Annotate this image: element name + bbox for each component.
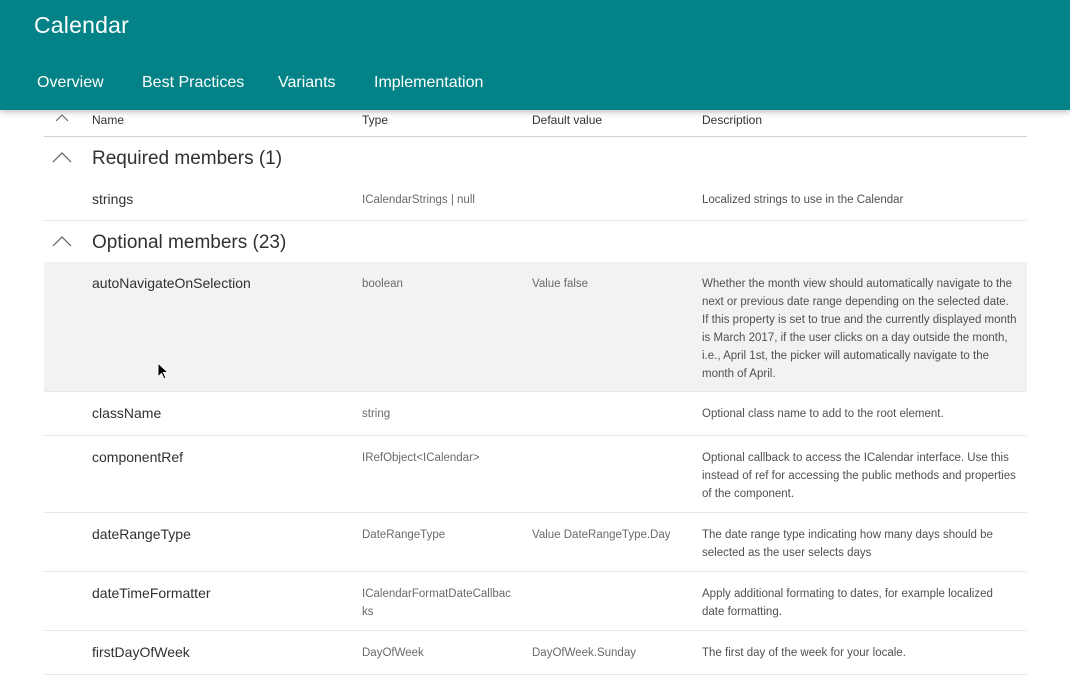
prop-name: componentRef (92, 449, 184, 465)
tab-best-practices[interactable]: Best Practices (142, 74, 244, 92)
group-header-optional[interactable]: Optional members (23) (44, 222, 1027, 262)
column-header-default[interactable]: Default value (532, 113, 602, 127)
table-row: dateRangeType DateRangeType Value DateRa… (44, 513, 1027, 572)
prop-type: DateRangeType (362, 529, 446, 541)
prop-name: strings (92, 191, 134, 207)
prop-name: className (92, 405, 162, 421)
prop-type: boolean (362, 278, 403, 290)
chevron-up-icon[interactable] (52, 152, 72, 163)
table-header: Name Type Default value Description (44, 110, 1027, 137)
prop-description: Optional callback to access the ICalenda… (702, 452, 1016, 500)
column-header-name[interactable]: Name (92, 113, 124, 127)
prop-default: Value DateRangeType.Day (532, 529, 671, 541)
prop-description: Whether the month view should automatica… (702, 278, 1017, 380)
prop-type: string (362, 408, 391, 420)
table-row: dateTimeFormatter ICalendarFormatDateCal… (44, 572, 1027, 631)
prop-default: DayOfWeek.Sunday (532, 647, 636, 659)
prop-description: The date range type indicating how many … (702, 529, 993, 559)
prop-type: DayOfWeek (362, 647, 424, 659)
prop-name: autoNavigateOnSelection (92, 275, 251, 291)
table-row: className string Optional class name to … (44, 392, 1027, 436)
tab-variants[interactable]: Variants (278, 74, 336, 92)
table-row: firstDayOfWeek DayOfWeek DayOfWeek.Sunda… (44, 631, 1027, 675)
prop-type: ICalendarStrings | null (362, 194, 475, 206)
prop-name: dateRangeType (92, 526, 191, 542)
prop-description: Apply additional formating to dates, for… (702, 588, 993, 618)
tab-implementation[interactable]: Implementation (374, 74, 483, 92)
prop-default: Value false (532, 278, 589, 290)
table-row: componentRef IRefObject<ICalendar> Optio… (44, 436, 1027, 513)
prop-description: Optional class name to add to the root e… (702, 408, 944, 420)
collapse-all-chevron-icon[interactable] (55, 114, 69, 122)
tab-overview[interactable]: Overview (37, 74, 104, 92)
column-header-type[interactable]: Type (362, 113, 388, 127)
prop-type: ICalendarFormatDateCallbacks (362, 588, 511, 618)
prop-name: dateTimeFormatter (92, 585, 211, 601)
prop-name: firstDayOfWeek (92, 644, 190, 660)
group-title: Optional members (23) (92, 232, 287, 253)
column-header-description[interactable]: Description (702, 113, 762, 127)
prop-description: Localized strings to use in the Calendar (702, 194, 904, 206)
page-header: Calendar Overview Best Practices Variant… (0, 0, 1070, 110)
mouse-cursor-icon (157, 362, 169, 380)
chevron-up-icon[interactable] (52, 236, 72, 247)
prop-type: IRefObject<ICalendar> (362, 452, 480, 464)
table-row: autoNavigateOnSelection boolean Value fa… (44, 262, 1027, 392)
group-title: Required members (1) (92, 148, 283, 169)
page-title: Calendar (34, 12, 129, 38)
prop-description: The first day of the week for your local… (702, 647, 906, 659)
group-header-required[interactable]: Required members (1) (44, 138, 1027, 178)
table-row: strings ICalendarStrings | null Localize… (44, 178, 1027, 221)
